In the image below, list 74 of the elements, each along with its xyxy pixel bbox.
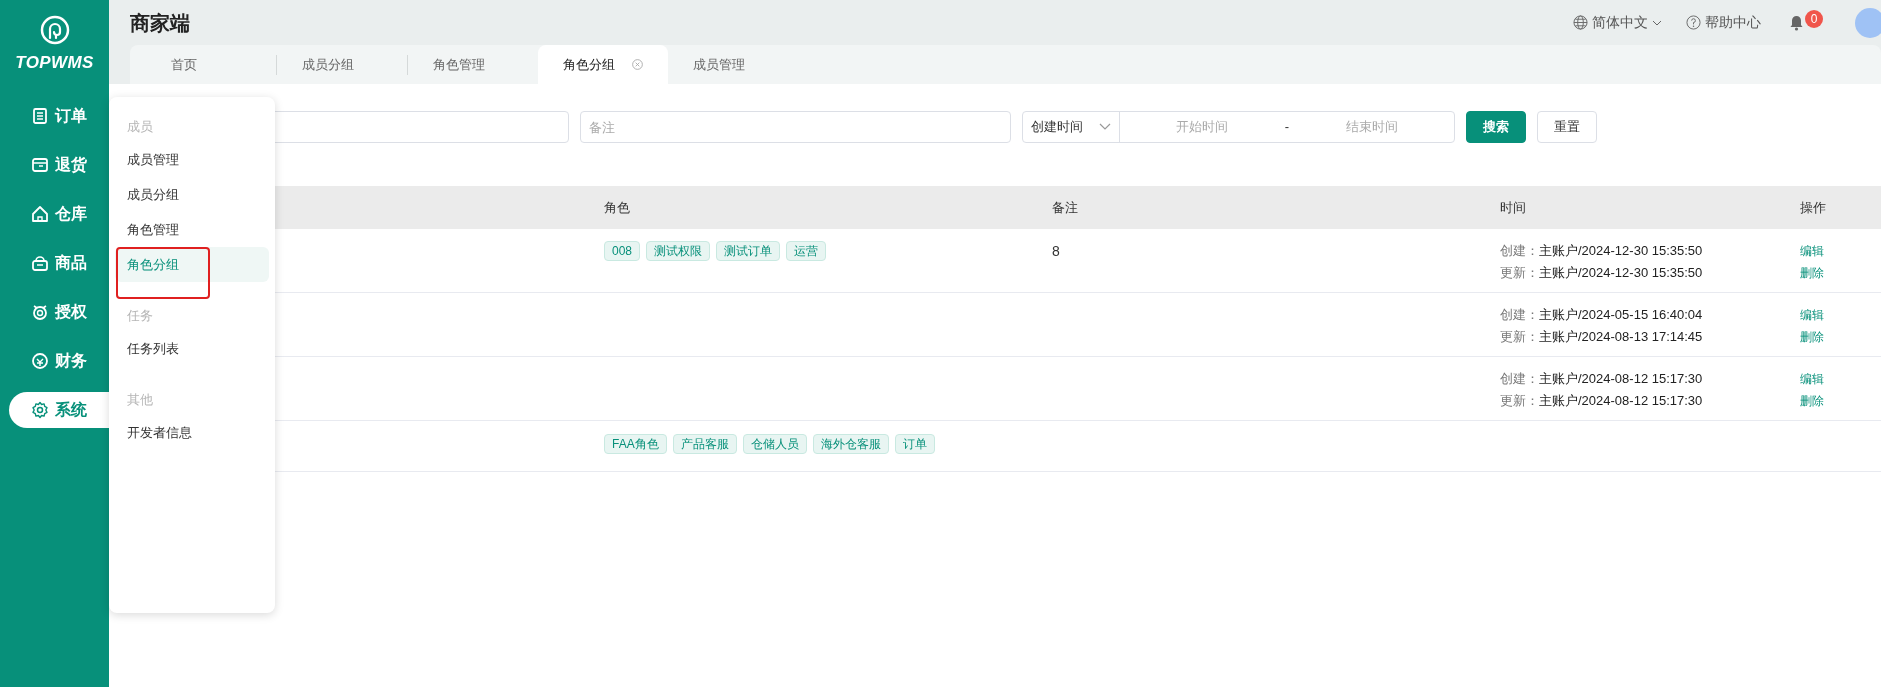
sidebar-item[interactable]: 授权 <box>9 293 109 330</box>
delete-link[interactable]: 删除 <box>1800 328 1824 346</box>
role-tag: 测试订单 <box>716 241 781 261</box>
menu-item[interactable]: 开发者信息 <box>115 415 269 450</box>
table-cell: 8 <box>1052 243 1060 259</box>
time-label: 更新： <box>1500 327 1539 346</box>
menu-item[interactable]: 角色管理 <box>115 212 269 247</box>
sidebar-item[interactable]: 商品 <box>9 244 109 281</box>
avatar[interactable] <box>1855 7 1881 38</box>
timestamp: 主账户/2024-12-30 15:35:50 <box>1539 263 1703 282</box>
column-header: 时间 <box>1499 198 1527 217</box>
menu-item[interactable]: 成员分组 <box>115 177 269 212</box>
coin-icon <box>31 351 49 370</box>
timestamp: 主账户/2024-08-12 15:17:30 <box>1539 391 1703 410</box>
timestamp: 主账户/2024-08-13 17:14:45 <box>1539 327 1703 346</box>
role-tag: 海外仓客服 <box>812 434 889 454</box>
time-label: 创建： <box>1500 306 1539 324</box>
list-icon <box>31 106 49 125</box>
notification-badge: 0 <box>1805 9 1823 28</box>
bell-icon[interactable] <box>1789 14 1804 31</box>
sidebar-item[interactable]: 系统 <box>9 391 109 428</box>
house-icon <box>31 204 49 223</box>
tab[interactable]: 角色管理 <box>408 45 538 84</box>
timestamp: 主账户/2024-08-12 15:17:30 <box>1539 370 1703 388</box>
column-header: 角色 <box>603 198 631 217</box>
column-header: 操作 <box>1799 198 1827 217</box>
menu-item[interactable]: 成员管理 <box>115 142 269 177</box>
tab[interactable]: 首页 <box>146 45 276 84</box>
tab[interactable]: 角色分组 <box>538 45 668 84</box>
help-center-link[interactable]: 帮助中心 <box>1686 12 1761 33</box>
time-label: 创建： <box>1500 242 1539 260</box>
globe-icon <box>1573 15 1588 30</box>
time-label: 创建： <box>1500 370 1539 388</box>
role-tag: 测试权限 <box>646 241 711 261</box>
timestamp: 主账户/2024-05-15 16:40:04 <box>1539 306 1703 324</box>
role-tag: 订单 <box>894 434 935 454</box>
time-label: 更新： <box>1500 263 1539 282</box>
menu-group-title: 成员 <box>126 118 154 137</box>
close-icon[interactable] <box>632 59 643 70</box>
delete-link[interactable]: 删除 <box>1800 392 1824 410</box>
sidebar-item[interactable]: 订单 <box>9 97 109 134</box>
tab[interactable]: 成员管理 <box>668 45 798 84</box>
edit-link[interactable]: 编辑 <box>1800 242 1824 260</box>
sidebar-item[interactable]: 财务 <box>9 342 109 379</box>
sidebar-item[interactable]: 退货 <box>9 146 109 183</box>
column-header: 备注 <box>1051 198 1079 217</box>
menu-group-title: 任务 <box>126 307 154 326</box>
menu-item[interactable]: 角色分组 <box>115 247 269 282</box>
help-icon <box>1686 15 1701 30</box>
settings-icon <box>31 400 49 419</box>
bag-icon <box>31 253 49 272</box>
menu-group-title: 其他 <box>126 391 154 410</box>
role-tag: 008 <box>604 241 641 261</box>
role-tag: 运营 <box>786 241 827 261</box>
search-button[interactable]: 搜索 <box>1466 111 1526 143</box>
tab[interactable]: 成员分组 <box>277 45 407 84</box>
edit-link[interactable]: 编辑 <box>1800 306 1824 324</box>
role-tag: 产品客服 <box>672 434 737 454</box>
page-title: 商家端 <box>130 10 190 36</box>
tray-icon <box>31 155 49 174</box>
edit-link[interactable]: 编辑 <box>1800 370 1824 388</box>
delete-link[interactable]: 删除 <box>1800 264 1824 282</box>
remark-input-field[interactable]: 备注 <box>580 111 1011 143</box>
logo-text: TOPWMS <box>15 52 94 74</box>
chevron-down-icon <box>1652 19 1662 26</box>
timestamp: 主账户/2024-12-30 15:35:50 <box>1539 242 1703 260</box>
menu-item[interactable]: 任务列表 <box>115 331 269 366</box>
sidebar-item[interactable]: 仓库 <box>9 195 109 232</box>
reset-button[interactable]: 重置 <box>1537 111 1597 143</box>
role-tag: 仓储人员 <box>742 434 807 454</box>
language-switcher[interactable]: 简体中文 <box>1573 12 1662 33</box>
medal-icon <box>31 302 49 321</box>
time-label: 更新： <box>1500 391 1539 410</box>
role-tag: FAA角色 <box>604 434 667 454</box>
